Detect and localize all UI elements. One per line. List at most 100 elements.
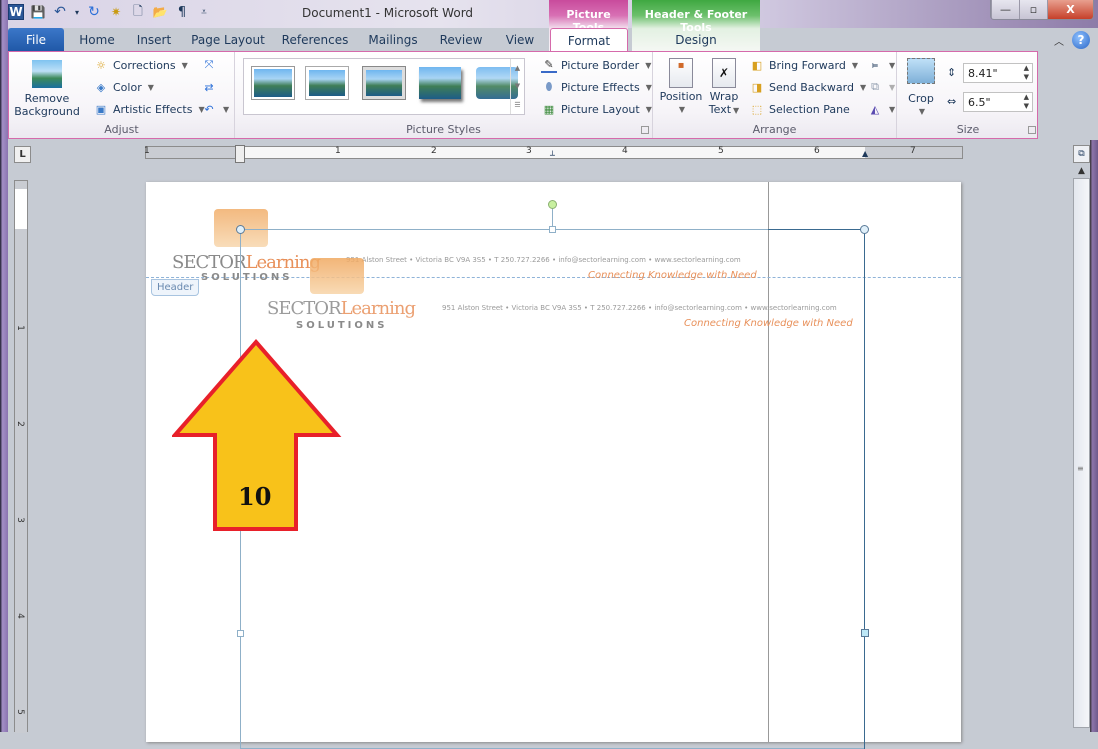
quick-access-toolbar: W 💾 ↶ ▾ ↻ ✷ 🗋 📂 ¶ ⩡ bbox=[8, 4, 212, 20]
wrap-text-button[interactable]: ✗ Wrap Text ▼ bbox=[707, 58, 741, 117]
ruler-number: 1 bbox=[144, 146, 150, 156]
insert-picture-icon[interactable]: ✷ bbox=[108, 4, 124, 20]
group-objects-button[interactable]: ⧉ ▼ bbox=[867, 79, 895, 95]
tab-mailings[interactable]: Mailings bbox=[364, 28, 422, 52]
gallery-up-icon[interactable]: ▲ bbox=[515, 64, 520, 72]
resize-handle-right[interactable] bbox=[861, 629, 869, 637]
indent-marker[interactable] bbox=[235, 145, 245, 163]
picture-style-2[interactable] bbox=[306, 67, 348, 99]
show-formatting-icon[interactable]: ¶ bbox=[174, 4, 190, 20]
view-ruler-icon[interactable]: ⧉ bbox=[1073, 145, 1090, 163]
picture-style-3[interactable] bbox=[363, 67, 405, 99]
rotate-handle[interactable] bbox=[548, 200, 557, 209]
corrections-button[interactable]: ☼ Corrections ▼ bbox=[93, 57, 188, 73]
picture-effects-button[interactable]: ⬮ Picture Effects ▼ bbox=[541, 79, 652, 95]
ruler-number: 3 bbox=[526, 146, 532, 156]
selection-pane-label: Selection Pane bbox=[769, 102, 850, 116]
size-launcher-icon[interactable] bbox=[1028, 126, 1036, 134]
gallery-down-icon[interactable]: ▼ bbox=[515, 82, 520, 90]
group-adjust: Remove Background ☼ Corrections ▼ ◈ Color… bbox=[9, 52, 235, 138]
position-button[interactable]: ▪ Position ▼ bbox=[657, 58, 705, 116]
group-size: Crop ▼ ⇕ 8.41" ▲ ▼ ⇔ 6.5" ▲ ▼ Size bbox=[897, 52, 1039, 138]
resize-handle-left[interactable] bbox=[237, 630, 244, 637]
selection-pane-button[interactable]: ⬚ Selection Pane bbox=[749, 101, 850, 117]
gallery-more-icon[interactable]: ☰ bbox=[514, 101, 520, 109]
position-label: Position bbox=[659, 90, 703, 103]
width-spinner-icon[interactable]: ▲ ▼ bbox=[1024, 93, 1029, 111]
group-arrange: ▪ Position ▼ ✗ Wrap Text ▼ ◧ Bring Forwar… bbox=[653, 52, 897, 138]
resize-handle-top[interactable] bbox=[549, 226, 556, 233]
picture-styles-gallery: ▲ ▼ ☰ bbox=[243, 58, 525, 115]
shape-width-icon: ⇔ bbox=[947, 95, 957, 108]
horizontal-ruler[interactable]: 1 1 2 3 4 5 6 7 ┴ ▲ bbox=[144, 145, 963, 163]
vertical-scrollbar[interactable]: ⧉ ▲ ≡ bbox=[1073, 145, 1090, 732]
bring-forward-button[interactable]: ◧ Bring Forward ▼ bbox=[749, 57, 858, 73]
align-icon: ⫢ bbox=[871, 58, 879, 71]
artistic-effects-icon: ▣ bbox=[95, 102, 107, 116]
tab-view[interactable]: View bbox=[500, 28, 540, 52]
picture-styles-launcher-icon[interactable] bbox=[641, 126, 649, 134]
vertical-ruler[interactable]: 1 2 3 4 5 bbox=[14, 180, 28, 733]
adjust-group-label: Adjust bbox=[104, 123, 139, 136]
tab-page-layout[interactable]: Page Layout bbox=[190, 28, 266, 52]
save-icon[interactable]: 💾 bbox=[30, 4, 46, 20]
wrap-text-label-2: Text bbox=[708, 103, 732, 116]
tab-format[interactable]: Format bbox=[550, 28, 628, 52]
scrollbar-thumb[interactable]: ≡ bbox=[1073, 178, 1090, 728]
picture-layout-button[interactable]: ▦ Picture Layout ▼ bbox=[541, 101, 652, 117]
artistic-effects-button[interactable]: ▣ Artistic Effects ▼ bbox=[93, 101, 205, 117]
new-document-icon[interactable]: 🗋 bbox=[130, 4, 146, 20]
color-button[interactable]: ◈ Color ▼ bbox=[93, 79, 154, 95]
remove-background-button[interactable]: Remove Background bbox=[13, 60, 81, 118]
tab-insert[interactable]: Insert bbox=[132, 28, 176, 52]
ruler-number: 6 bbox=[814, 146, 820, 156]
selection-pane-icon: ⬚ bbox=[751, 102, 763, 116]
help-icon[interactable]: ? bbox=[1072, 31, 1090, 49]
picture-style-1[interactable] bbox=[252, 67, 294, 99]
tab-design[interactable]: Design bbox=[640, 28, 752, 52]
tab-home[interactable]: Home bbox=[74, 28, 120, 52]
crop-button[interactable]: Crop ▼ bbox=[901, 58, 941, 118]
tab-stop-marker[interactable]: ┴ bbox=[550, 152, 555, 160]
right-indent-marker[interactable]: ▲ bbox=[862, 149, 868, 158]
shape-width-value: 6.5" bbox=[968, 96, 991, 109]
scroll-up-icon[interactable]: ▲ bbox=[1073, 163, 1090, 178]
restore-button[interactable]: ▫ bbox=[1019, 0, 1047, 19]
tab-selector[interactable]: L bbox=[14, 146, 31, 163]
open-folder-icon[interactable]: 📂 bbox=[152, 4, 168, 20]
ribbon-tabs: File Home Insert Page Layout References … bbox=[0, 28, 1098, 52]
document-page[interactable]: Header SECTORLearning SOLUTIONS 951 Alst… bbox=[146, 182, 961, 749]
header-tag[interactable]: Header bbox=[151, 279, 200, 296]
gallery-scroll[interactable]: ▲ ▼ ☰ bbox=[510, 59, 524, 114]
picture-border-button[interactable]: ✎ Picture Border ▼ bbox=[541, 57, 651, 73]
resize-handle-tl[interactable] bbox=[236, 225, 245, 234]
word-app-icon[interactable]: W bbox=[8, 4, 24, 20]
send-backward-icon: ◨ bbox=[751, 80, 763, 94]
corrections-label: Corrections bbox=[113, 58, 176, 72]
undo-icon[interactable]: ↶ bbox=[52, 4, 68, 20]
redo-icon[interactable]: ↻ bbox=[86, 4, 102, 20]
change-picture-button[interactable]: ⇄ bbox=[201, 79, 217, 95]
rotate-button[interactable]: ◭ ▼ bbox=[867, 101, 895, 117]
minimize-button[interactable]: — bbox=[991, 0, 1019, 19]
tab-references[interactable]: References bbox=[280, 28, 350, 52]
minimize-ribbon-icon[interactable]: ︿ bbox=[1054, 33, 1064, 48]
resize-handle-tr[interactable] bbox=[860, 225, 869, 234]
picture-style-4[interactable] bbox=[419, 67, 461, 99]
align-button[interactable]: ⫢ ▼ bbox=[867, 57, 895, 73]
shape-width-field[interactable]: 6.5" ▲ ▼ bbox=[963, 92, 1033, 112]
undo-dropdown-icon[interactable]: ▾ bbox=[74, 4, 80, 20]
reset-picture-button[interactable]: ↶ ▼ bbox=[201, 101, 229, 117]
customize-qat-icon[interactable]: ⩡ bbox=[196, 4, 212, 20]
close-button[interactable]: X bbox=[1047, 0, 1093, 19]
change-picture-icon: ⇄ bbox=[204, 80, 214, 94]
shape-height-field[interactable]: 8.41" ▲ ▼ bbox=[963, 63, 1033, 83]
height-spinner-icon[interactable]: ▲ ▼ bbox=[1024, 64, 1029, 82]
remove-background-label-2: Background bbox=[14, 105, 80, 118]
tab-file[interactable]: File bbox=[8, 28, 64, 52]
compress-pictures-button[interactable]: ⤧ bbox=[201, 57, 217, 73]
shape-height-icon: ⇕ bbox=[947, 66, 957, 79]
send-backward-button[interactable]: ◨ Send Backward ▼ bbox=[749, 79, 866, 95]
wrap-text-label: Wrap bbox=[709, 90, 739, 103]
tab-review[interactable]: Review bbox=[436, 28, 486, 52]
